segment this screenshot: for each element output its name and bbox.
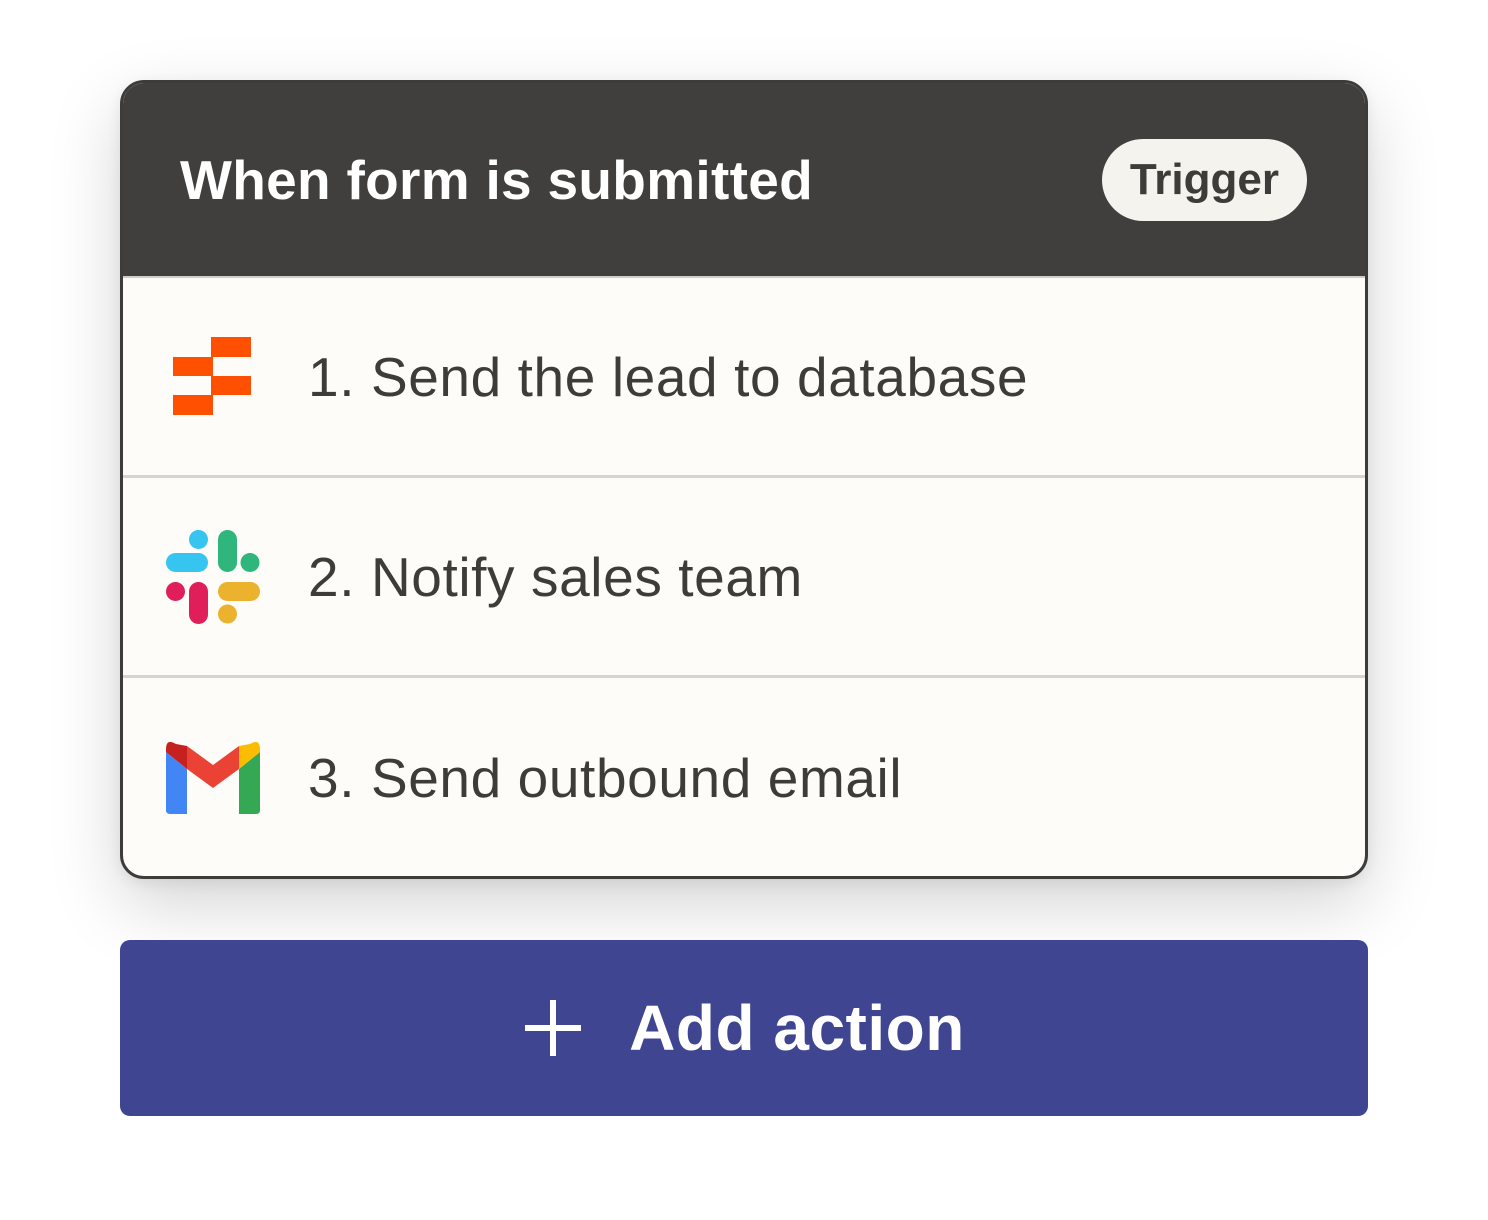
workflow-card: When form is submitted Trigger 1. Send t… — [120, 80, 1368, 879]
trigger-badge: Trigger — [1101, 138, 1307, 221]
step-send-outbound-email[interactable]: 3. Send outbound email — [123, 678, 1365, 876]
step-label: 1. Send the lead to database — [308, 345, 1029, 408]
step-notify-sales-team[interactable]: 2. Notify sales team — [123, 478, 1365, 678]
gmail-icon — [163, 728, 263, 828]
add-action-button[interactable]: Add action — [120, 940, 1368, 1116]
zapier-tables-icon — [163, 327, 263, 427]
step-send-lead-to-database[interactable]: 1. Send the lead to database — [123, 278, 1365, 478]
step-label: 3. Send outbound email — [308, 747, 903, 809]
plus-icon — [523, 998, 583, 1058]
step-label: 2. Notify sales team — [308, 545, 803, 608]
trigger-header[interactable]: When form is submitted Trigger — [123, 83, 1365, 278]
trigger-title: When form is submitted — [180, 148, 814, 211]
step-list: 1. Send the lead to database 2. Notify s… — [123, 278, 1365, 876]
add-action-label: Add action — [629, 992, 965, 1064]
slack-icon — [163, 527, 263, 627]
